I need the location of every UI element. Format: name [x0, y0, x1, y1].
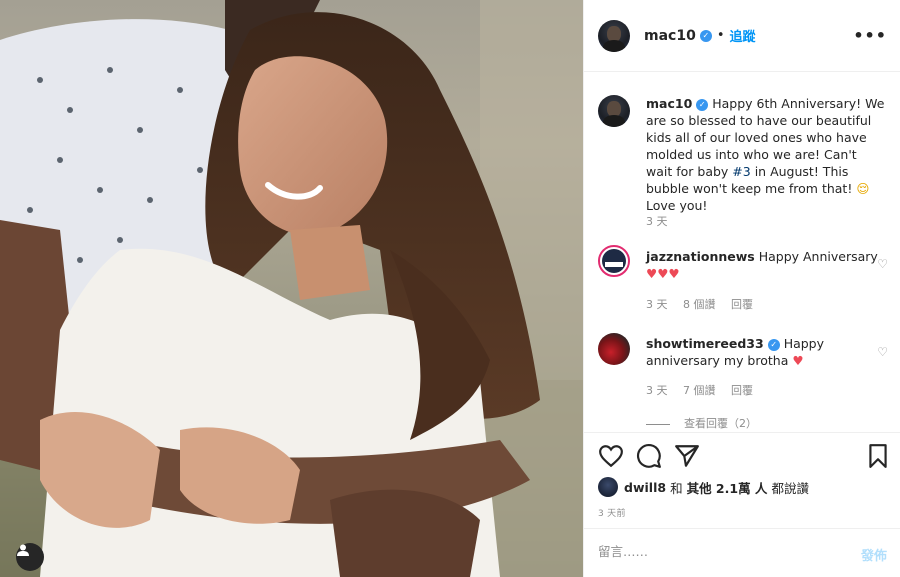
reply-button[interactable]: 回覆 [731, 298, 753, 311]
comment-like-heart-icon[interactable]: ♡ [877, 257, 888, 271]
liker-username[interactable]: dwill8 [624, 480, 666, 495]
comment-item: jazznationnews Happy Anniversary ♥♥♥ ♡ 3… [598, 245, 888, 315]
user-tag-button[interactable] [16, 543, 44, 571]
verified-badge-icon: ✓ [699, 29, 712, 42]
caption: mac10 ✓ Happy 6th Anniversary! We are so … [598, 95, 888, 245]
comment-icon[interactable] [636, 443, 662, 469]
comment-avatar[interactable] [598, 333, 630, 365]
comment-likes-count[interactable]: 7 個讚 [683, 384, 716, 397]
post-header: mac10 ✓ • 追蹤 ••• [584, 0, 900, 72]
caption-text-end: Love you! [646, 198, 708, 213]
comment-input[interactable] [598, 544, 828, 559]
comment-likes-count[interactable]: 8 個讚 [683, 298, 716, 311]
comment-time[interactable]: 3 天 [646, 384, 668, 397]
author-avatar[interactable] [598, 19, 630, 52]
likes-summary: dwill8 和 其他 2.1萬 人 都說讚 [598, 477, 809, 497]
post-comment-button[interactable]: 發佈 [861, 545, 887, 564]
comment-avatar[interactable] [598, 245, 630, 277]
post-date[interactable]: 3 天前 [598, 506, 626, 519]
comment-like-heart-icon[interactable]: ♡ [877, 345, 888, 359]
share-icon[interactable] [674, 443, 700, 469]
post-photo[interactable] [0, 0, 583, 577]
verified-badge-icon: ✓ [767, 339, 780, 351]
action-bar [584, 432, 900, 478]
post-side-panel: mac10 ✓ • 追蹤 ••• mac10 ✓ Happy 6th Annive… [583, 0, 900, 577]
view-replies-button[interactable]: 查看回覆（2） [646, 415, 757, 431]
comment-username[interactable]: jazznationnews [646, 249, 755, 264]
comment-text: showtimereed33 ✓ Happy anniversary my bro… [646, 335, 886, 369]
caption-avatar[interactable] [598, 95, 630, 127]
comment-time[interactable]: 3 天 [646, 298, 668, 311]
verified-badge-icon: ✓ [696, 99, 709, 111]
caption-time[interactable]: 3 天 [646, 215, 668, 228]
red-heart-emoji-icon: ♥ [792, 353, 804, 368]
bookmark-icon[interactable] [865, 443, 891, 469]
liker-avatar[interactable] [598, 477, 618, 497]
follow-button[interactable]: 追蹤 [730, 26, 756, 45]
couple-photo-illustration [0, 0, 583, 577]
more-options-icon[interactable]: ••• [853, 26, 887, 45]
add-comment-bar: 發佈 [584, 528, 900, 577]
reply-button[interactable]: 回覆 [731, 384, 753, 397]
comment-body: Happy Anniversary [758, 249, 878, 264]
comment-meta: 3 天 7 個讚 回覆 [646, 382, 765, 398]
red-hearts-emoji-icon: ♥♥♥ [646, 266, 680, 281]
replies-divider-line [646, 423, 670, 425]
author-username[interactable]: mac10 [644, 28, 696, 44]
comment-username[interactable]: showtimereed33 [646, 336, 764, 351]
caption-hashtag[interactable]: #3 [732, 164, 750, 179]
user-tag-icon [17, 544, 29, 556]
relieved-emoji-icon: 😌 [856, 181, 870, 196]
caption-text: mac10 ✓ Happy 6th Anniversary! We are so … [646, 95, 886, 214]
caption-username[interactable]: mac10 [646, 96, 692, 111]
comment-meta: 3 天 8 個讚 回覆 [646, 296, 765, 312]
likes-others-count[interactable]: 其他 2.1萬 人 [687, 478, 768, 497]
caption-meta: 3 天 [646, 213, 680, 229]
separator-dot: • [716, 28, 725, 43]
comment-text: jazznationnews Happy Anniversary ♥♥♥ [646, 248, 886, 282]
comments-list[interactable]: mac10 ✓ Happy 6th Anniversary! We are so … [584, 73, 900, 431]
likes-and: 和 [670, 480, 683, 496]
heart-icon[interactable] [598, 443, 624, 469]
view-replies-label: 查看回覆（2） [684, 417, 757, 430]
likes-suffix: 都說讚 [771, 480, 809, 496]
comment-item: showtimereed33 ✓ Happy anniversary my bro… [598, 333, 888, 403]
